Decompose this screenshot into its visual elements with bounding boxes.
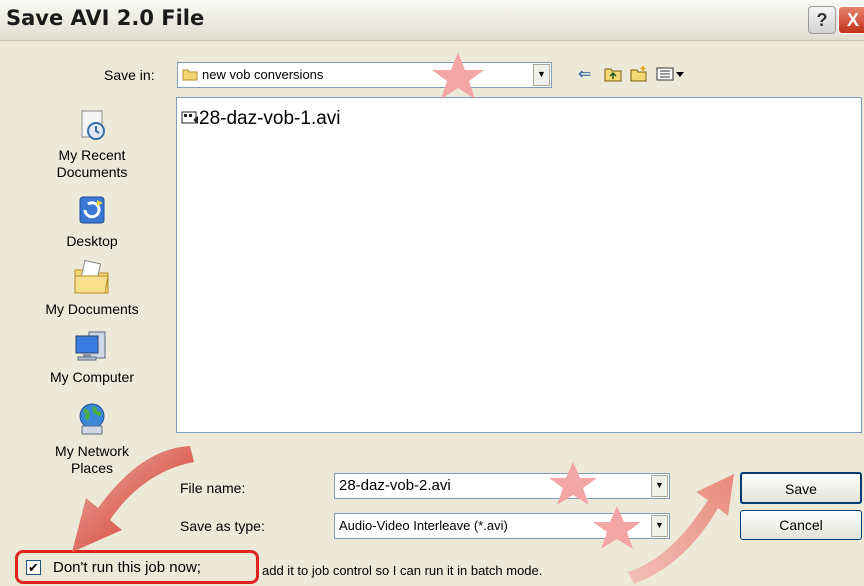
annotation-overlay — [72, 52, 734, 584]
star-annotation — [549, 462, 597, 505]
red-curved-arrow — [72, 446, 194, 552]
star-annotation — [593, 506, 641, 549]
pink-curved-arrow — [628, 474, 734, 584]
star-annotation — [432, 52, 484, 99]
